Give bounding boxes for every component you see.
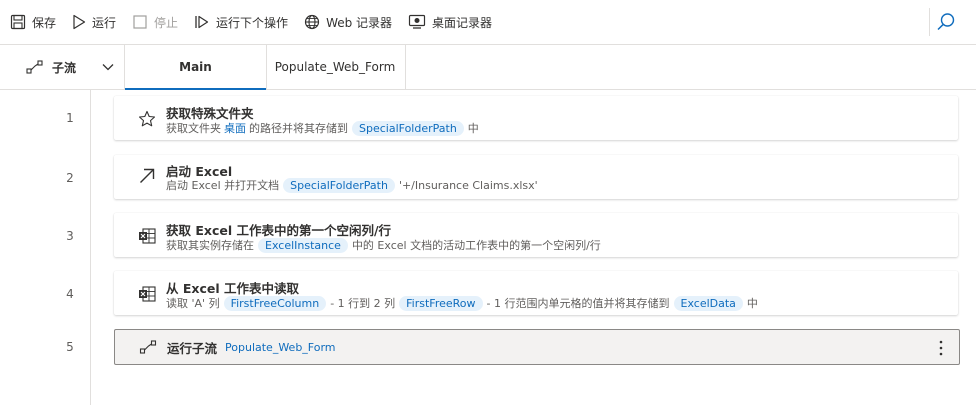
line-number: 5 [66,340,74,354]
desc-text: 中 [467,122,479,135]
more-options-icon[interactable] [933,338,949,358]
desc-text: 启动 Excel 并打开文档 [166,179,280,192]
subflows-dropdown[interactable]: 子流 [0,45,124,89]
tab-main[interactable]: Main [124,45,267,90]
line-number: 4 [66,287,74,301]
desc-text: '+/Insurance Claims.xlsx' [398,178,538,192]
monitor-record-icon [408,14,426,29]
desc-text: 中的 Excel 文档的活动工作表中的第一个空闲列/行 [351,239,601,252]
action-description: 启动 Excel 并打开文档 SpecialFolderPath '+/Insu… [166,177,538,193]
tab-populate-web-form[interactable]: Populate_Web_Form [265,45,406,89]
desc-text: - 1 行范围内单元格的值并将其存储到 [486,297,670,310]
web-recorder-label: Web 记录器 [326,15,393,30]
desktop-recorder-label: 桌面记录器 [432,15,493,30]
excel-sheet-icon [139,286,156,302]
subflow-icon [139,340,157,354]
subflow-tabs-bar: 子流 Main Populate_Web_Form [0,45,976,90]
action-launch-excel[interactable]: 启动 Excel 启动 Excel 并打开文档 SpecialFolderPat… [114,155,958,199]
play-icon [73,14,86,30]
run-button[interactable]: 运行 [66,0,122,44]
action-title: 运行子流 [167,341,218,356]
subflows-label: 子流 [52,60,77,75]
web-recorder-button[interactable]: Web 记录器 [298,0,398,44]
globe-icon [304,14,320,30]
subflow-link[interactable]: Populate_Web_Form [225,341,336,354]
stop-icon [133,15,147,29]
search-button[interactable] [934,10,958,34]
action-read-from-excel[interactable]: 从 Excel 工作表中读取 读取 'A' 列 FirstFreeColumn … [114,271,958,315]
toolbar-divider [929,8,930,36]
action-description: 获取文件夹 桌面 的路径并将其存储到 SpecialFolderPath 中 [166,120,479,136]
desc-text: 获取其实例存储在 [166,239,254,252]
folder-link[interactable]: 桌面 [224,120,246,136]
action-description: 运行子流 Populate_Web_Form [167,338,339,357]
launch-arrow-icon [140,168,155,183]
action-get-first-free-column-row[interactable]: 获取 Excel 工作表中的第一个空闲列/行 获取其实例存储在 ExcelIns… [114,213,958,257]
line-number: 3 [66,229,74,243]
action-description: 读取 'A' 列 FirstFreeColumn - 1 行到 2 列 Firs… [166,295,758,311]
step-next-icon [195,15,209,29]
tab-populate-label: Populate_Web_Form [274,60,396,74]
desc-text: - 1 行到 2 列 [330,297,396,310]
line-number: 1 [66,111,74,125]
variable-badge[interactable]: FirstFreeRow [399,295,483,311]
variable-badge[interactable]: FirstFreeColumn [223,295,327,311]
line-number-gutter-divider [90,90,91,405]
active-tab-indicator [125,88,266,90]
variable-badge[interactable]: SpecialFolderPath [352,120,464,136]
action-run-subflow[interactable]: 运行子流 Populate_Web_Form [114,329,960,365]
variable-badge[interactable]: ExcelData [673,295,743,311]
desc-text: 的路径并将其存储到 [249,122,348,135]
subflow-icon [26,60,43,74]
action-get-special-folder[interactable]: 获取特殊文件夹 获取文件夹 桌面 的路径并将其存储到 SpecialFolder… [114,96,958,140]
stop-button[interactable]: 停止 [126,0,184,44]
save-button[interactable]: 保存 [4,0,62,44]
search-icon [937,13,955,31]
desc-text: 获取文件夹 [166,122,221,135]
star-icon [138,110,156,127]
run-next-label: 运行下个操作 [216,15,289,30]
desktop-recorder-button[interactable]: 桌面记录器 [402,0,498,44]
run-label: 运行 [92,15,117,30]
variable-badge[interactable]: SpecialFolderPath [283,177,395,193]
save-label: 保存 [32,15,57,30]
desc-text: 读取 'A' 列 [166,297,220,310]
tab-main-label: Main [179,60,212,74]
action-description: 获取其实例存储在 ExcelInstance 中的 Excel 文档的活动工作表… [166,237,601,253]
chevron-down-icon [102,64,114,71]
save-icon [10,14,26,30]
variable-badge[interactable]: ExcelInstance [258,237,348,253]
excel-sheet-icon [139,228,156,244]
line-number: 2 [66,171,74,185]
run-next-action-button[interactable]: 运行下个操作 [188,0,294,44]
toolbar: 保存 运行 停止 运行下个操作 Web 记录器 桌面记录器 [0,0,976,45]
stop-label: 停止 [154,15,179,30]
desc-text: 中 [746,297,758,310]
